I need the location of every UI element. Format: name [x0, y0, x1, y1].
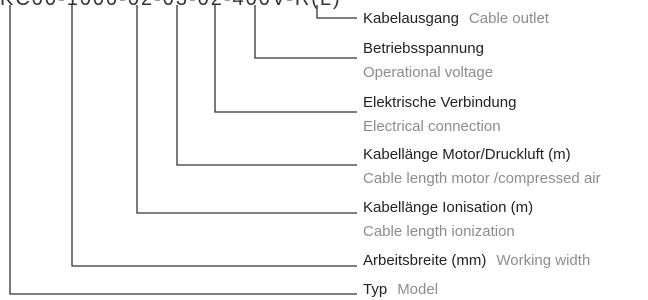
label-work-width-de: Arbeitsbreite (mm) [363, 252, 487, 269]
label-work-width-en: Working width [496, 252, 591, 269]
label-cable-motor-de: Kabellänge Motor/Druckluft (m) [363, 146, 571, 163]
label-cable-motor-de-line: Kabellänge Motor/Druckluft (m) [363, 146, 571, 164]
label-voltage-de: Betriebsspannung [363, 40, 484, 57]
label-type-en: Model [397, 281, 439, 298]
label-cable-outlet-en: Cable outlet [468, 10, 549, 27]
label-work-width: Arbeitsbreite (mm) Working width [363, 252, 590, 270]
label-cable-motor-en: Cable length motor /compressed air [363, 170, 601, 187]
label-cable-outlet-de: Kabelausgang [363, 10, 459, 27]
label-cable-ion-en: Cable length ionization [363, 223, 515, 240]
connector-cable-outlet [316, 5, 357, 19]
label-cable-outlet: Kabelausgang Cable outlet [363, 10, 549, 28]
label-voltage-de-line: Betriebsspannung [363, 40, 484, 58]
connector-type [9, 5, 357, 295]
type-code-diagram: KC00-1000-02-03-02-400V-R(L) Kabelausgan… [0, 0, 648, 300]
label-voltage-en: Operational voltage [363, 64, 494, 81]
connector-voltage [254, 5, 357, 59]
connector-cable-motor [176, 5, 357, 166]
label-electrical-de-line: Elektrische Verbindung [363, 94, 516, 112]
label-type: Typ Model [363, 281, 438, 299]
label-type-de: Typ [363, 281, 388, 298]
label-cable-ion-de: Kabellänge Ionisation (m) [363, 199, 534, 216]
label-electrical-de: Elektrische Verbindung [363, 94, 517, 111]
label-electrical-en-line: Electrical connection [363, 118, 501, 136]
label-voltage-en-line: Operational voltage [363, 64, 493, 82]
label-cable-ion-en-line: Cable length ionization [363, 223, 515, 241]
label-cable-ion-de-line: Kabellänge Ionisation (m) [363, 199, 533, 217]
connector-cable-ion [136, 5, 357, 214]
label-electrical-en: Electrical connection [363, 118, 501, 135]
label-cable-motor-en-line: Cable length motor /compressed air [363, 170, 601, 188]
